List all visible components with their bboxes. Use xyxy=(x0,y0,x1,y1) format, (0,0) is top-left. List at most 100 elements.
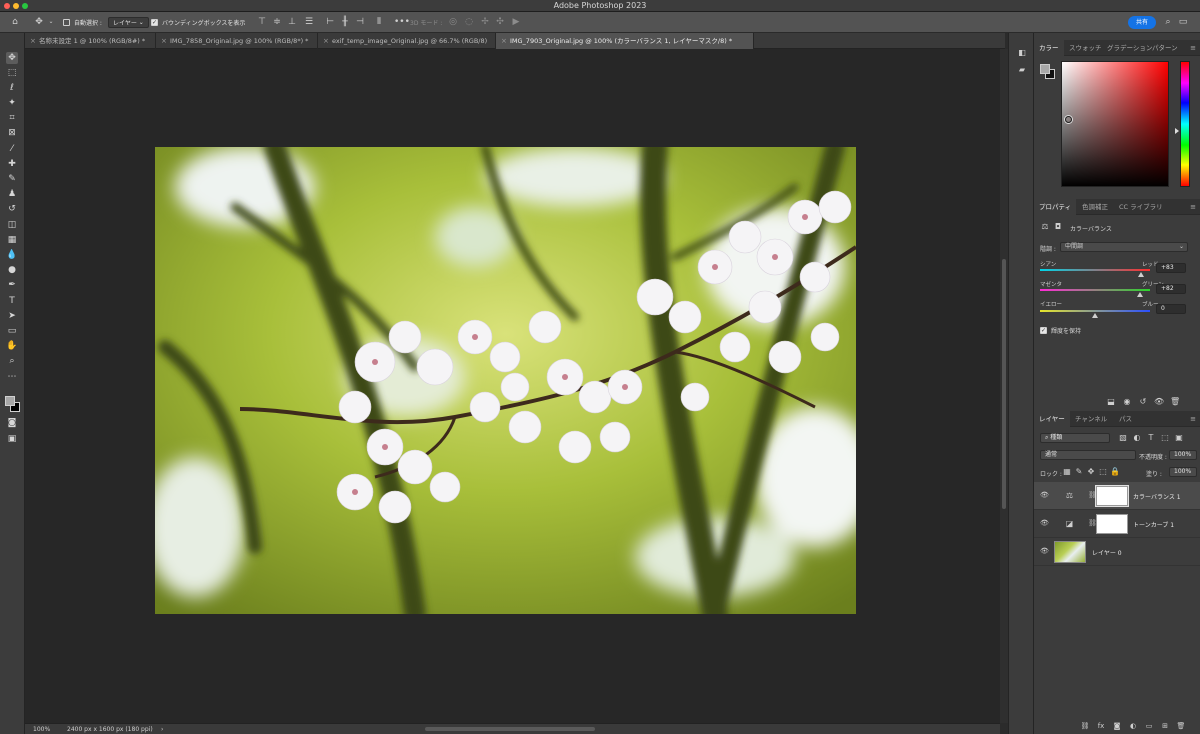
quick-mask-icon[interactable]: ◙ xyxy=(6,417,18,429)
screen-mode-icon[interactable]: ▣ xyxy=(6,433,18,445)
align-hcenter-icon[interactable]: ╫ xyxy=(340,17,350,27)
lock-artboard-icon[interactable]: ⬚ xyxy=(1098,467,1108,477)
status-menu-arrow[interactable]: › xyxy=(161,726,163,733)
lock-image-icon[interactable]: ✎ xyxy=(1074,467,1084,477)
canvas-area[interactable] xyxy=(25,49,1000,723)
document-image[interactable] xyxy=(155,147,856,614)
rectangle-tool-icon[interactable]: ▭ xyxy=(6,325,18,337)
blur-tool-icon[interactable]: 💧 xyxy=(6,249,18,261)
new-adjustment-layer-icon[interactable]: ◐ xyxy=(1128,721,1138,731)
dodge-tool-icon[interactable]: ● xyxy=(6,264,18,276)
doc-tab-1[interactable]: × 名称未設定 1 @ 100% (RGB/8#) * xyxy=(25,33,156,49)
type-tool-icon[interactable]: T xyxy=(6,295,18,307)
cyan-red-value[interactable]: +83 xyxy=(1156,263,1186,273)
lock-position-icon[interactable]: ✥ xyxy=(1086,467,1096,477)
filter-adjustment-icon[interactable]: ◐ xyxy=(1132,433,1142,443)
hand-tool-icon[interactable]: ✋ xyxy=(6,340,18,352)
clone-stamp-tool-icon[interactable]: ♟ xyxy=(6,188,18,200)
frame-tool-icon[interactable]: ⊠ xyxy=(6,127,18,139)
roll-3d-icon[interactable]: ◌ xyxy=(464,17,474,27)
align-bottom-icon[interactable]: ⊥ xyxy=(287,17,297,27)
view-previous-state-icon[interactable]: ◉ xyxy=(1122,397,1132,407)
tab-gradients[interactable]: グラデーション xyxy=(1107,40,1152,56)
show-bbox-option[interactable]: ✓ バウンディングボックスを表示 xyxy=(151,16,245,29)
color-picker-handle[interactable] xyxy=(1065,116,1072,123)
layer-mask-thumbnail[interactable] xyxy=(1096,514,1128,534)
tab-paths[interactable]: パス xyxy=(1119,411,1132,427)
yellow-blue-value[interactable]: 0 xyxy=(1156,304,1186,314)
align-vcenter-icon[interactable]: ≑ xyxy=(272,17,282,27)
close-tab-icon[interactable]: × xyxy=(501,33,507,49)
preserve-luminosity-option[interactable]: ✓ 輝度を保持 xyxy=(1040,326,1081,335)
magenta-green-slider[interactable] xyxy=(1040,289,1150,291)
filter-pixel-icon[interactable]: ▧ xyxy=(1118,433,1128,443)
close-tab-icon[interactable]: × xyxy=(30,33,36,49)
share-button[interactable]: 共有 xyxy=(1128,16,1156,29)
link-layers-icon[interactable]: ⛓ xyxy=(1080,721,1090,731)
add-mask-icon[interactable]: ◙ xyxy=(1112,721,1122,731)
search-icon[interactable]: ⌕ xyxy=(1163,17,1173,27)
slide-3d-icon[interactable]: ✣ xyxy=(495,17,505,27)
blend-mode-select[interactable]: 通常 xyxy=(1040,450,1136,460)
gradient-tool-icon[interactable]: ▦ xyxy=(6,234,18,246)
auto-select-target-select[interactable]: レイヤー ⌄ xyxy=(108,16,149,29)
reset-adjustment-icon[interactable]: ↺ xyxy=(1138,397,1148,407)
layer-name[interactable]: カラーバランス 1 xyxy=(1133,492,1181,501)
layer-thumbnail[interactable] xyxy=(1054,541,1086,563)
orbit-3d-icon[interactable]: ◎ xyxy=(448,17,458,27)
pen-tool-icon[interactable]: ✒ xyxy=(6,279,18,291)
layer-mask-thumbnail[interactable] xyxy=(1096,486,1128,506)
eyedropper-tool-icon[interactable]: ⁄ xyxy=(6,143,18,155)
doc-tab-4-active[interactable]: × IMG_7903_Original.jpg @ 100% (カラーバランス … xyxy=(496,33,754,49)
yellow-blue-slider[interactable] xyxy=(1040,310,1150,312)
close-tab-icon[interactable]: × xyxy=(323,33,329,49)
tab-properties[interactable]: プロパティ xyxy=(1034,199,1077,215)
delete-layer-icon[interactable]: 🗑 xyxy=(1176,721,1186,731)
history-brush-tool-icon[interactable]: ↺ xyxy=(6,203,18,215)
doc-tab-3[interactable]: × exif_temp_image_Original.jpg @ 66.7% (… xyxy=(318,33,496,49)
opacity-input[interactable]: 100% xyxy=(1169,450,1197,460)
tool-preset-dropdown-icon[interactable]: ⌄ xyxy=(46,17,56,27)
panel-menu-icon[interactable]: ≡ xyxy=(1190,411,1196,427)
filter-shape-icon[interactable]: ⬚ xyxy=(1160,433,1170,443)
yellow-blue-slider-thumb[interactable] xyxy=(1092,313,1098,318)
tab-channels[interactable]: チャンネル xyxy=(1075,411,1107,427)
magenta-green-value[interactable]: +82 xyxy=(1156,284,1186,294)
distribute-icon[interactable]: ☰ xyxy=(304,17,314,27)
workspace-icon[interactable]: ▭ xyxy=(1178,17,1188,27)
comments-panel-icon[interactable]: ▰ xyxy=(1017,65,1027,75)
tab-cc-libraries[interactable]: CC ライブラリ xyxy=(1119,199,1163,215)
tab-color[interactable]: カラー xyxy=(1034,40,1064,56)
vertical-scrollbar[interactable] xyxy=(1000,49,1008,723)
toggle-visibility-icon[interactable]: 👁 xyxy=(1154,397,1164,407)
doc-tab-2[interactable]: × IMG_7858_Original.jpg @ 100% (RGB/8*) … xyxy=(156,33,318,49)
layer-style-icon[interactable]: fx xyxy=(1096,721,1106,731)
visibility-eye-icon[interactable]: 👁 xyxy=(1040,519,1049,528)
vertical-scroll-thumb[interactable] xyxy=(1002,259,1006,509)
layer-name[interactable]: レイヤー 0 xyxy=(1092,548,1122,557)
tab-patterns[interactable]: パターン xyxy=(1152,40,1178,56)
clip-to-layer-icon[interactable]: ⬓ xyxy=(1106,397,1116,407)
edit-toolbar-icon[interactable]: ⋯ xyxy=(6,371,18,383)
home-icon[interactable]: ⌂ xyxy=(10,17,20,27)
layer-row-pixel[interactable]: 👁 レイヤー 0 xyxy=(1034,538,1200,566)
move-tool-icon[interactable]: ✥ xyxy=(6,52,18,64)
lasso-tool-icon[interactable]: ℓ xyxy=(6,82,18,94)
auto-select-option[interactable]: 自動選択 : xyxy=(63,16,102,29)
layer-row-color-balance[interactable]: 👁 ⚖ ⛓ カラーバランス 1 xyxy=(1034,482,1200,510)
pan-3d-icon[interactable]: ✢ xyxy=(480,17,490,27)
layer-name[interactable]: トーンカーブ 1 xyxy=(1133,520,1174,529)
preserve-luminosity-checkbox[interactable]: ✓ xyxy=(1040,327,1047,334)
mask-icon[interactable]: ◘ xyxy=(1053,222,1063,232)
filter-type-icon[interactable]: T xyxy=(1146,433,1156,443)
align-top-icon[interactable]: ⊤ xyxy=(257,17,267,27)
fill-input[interactable]: 100% xyxy=(1169,467,1197,477)
path-selection-tool-icon[interactable]: ➤ xyxy=(6,310,18,322)
magenta-green-slider-thumb[interactable] xyxy=(1137,292,1144,297)
crop-tool-icon[interactable]: ⌗ xyxy=(6,112,18,124)
visibility-eye-icon[interactable]: 👁 xyxy=(1040,547,1049,556)
marquee-tool-icon[interactable]: ⬚ xyxy=(6,67,18,79)
healing-brush-tool-icon[interactable]: ✚ xyxy=(6,158,18,170)
delete-adjustment-icon[interactable]: 🗑 xyxy=(1170,397,1180,407)
filter-smart-object-icon[interactable]: ▣ xyxy=(1174,433,1184,443)
